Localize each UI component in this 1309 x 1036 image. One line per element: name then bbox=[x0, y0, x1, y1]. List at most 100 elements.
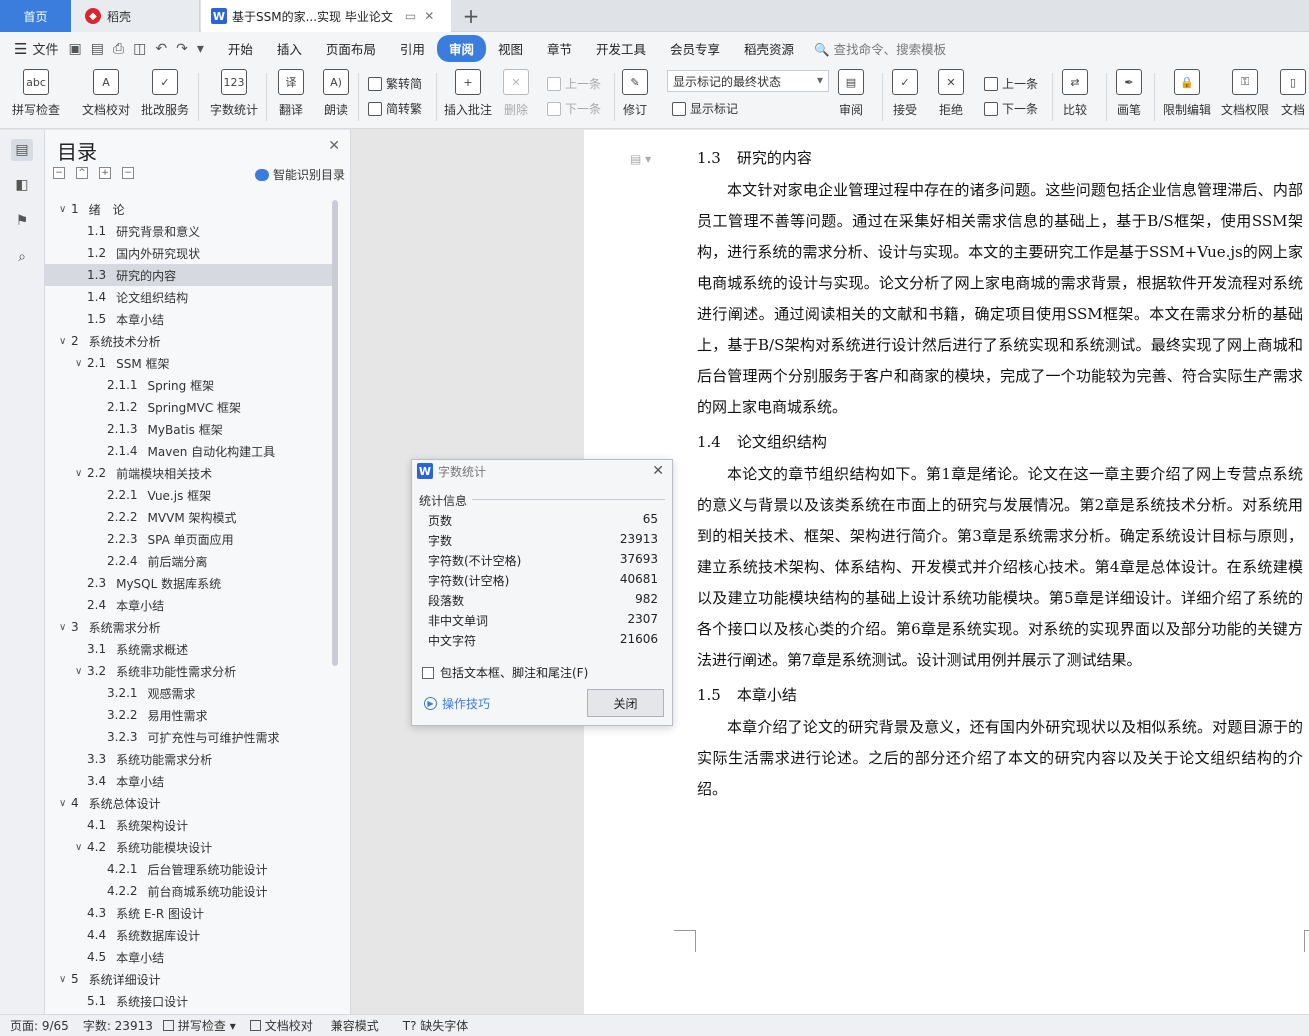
toc-item[interactable]: 2.1.1 Spring 框架 bbox=[45, 374, 335, 396]
toc-item[interactable]: ∨ 1 绪 论 bbox=[45, 198, 335, 220]
doc-proof-button[interactable]: A 文档校对 bbox=[82, 69, 130, 118]
toc-item[interactable]: 1.3 研究的内容 bbox=[45, 264, 335, 286]
paragraph[interactable]: 本章介绍了论文的研究背景及意义，还有国内外研究现状以及相似系统。对题目源于的实际… bbox=[697, 712, 1303, 805]
menu-item[interactable]: 插入 bbox=[265, 35, 314, 62]
prev-change-button[interactable]: 上一条 bbox=[984, 75, 1038, 92]
include-textbox-checkbox[interactable]: 包括文本框、脚注和尾注(F) bbox=[422, 664, 588, 681]
toc-item[interactable]: ∨ 3 系统需求分析 bbox=[45, 616, 335, 638]
menu-item[interactable]: 稻壳资源 bbox=[732, 35, 806, 62]
review-pane-button[interactable]: ▤ 审阅 bbox=[838, 69, 864, 118]
menu-item[interactable]: 审阅 bbox=[436, 35, 486, 62]
menu-item[interactable]: 开始 bbox=[216, 35, 265, 62]
toc-item[interactable]: ∨ 5 系统详细设计 bbox=[45, 968, 335, 990]
toc-item[interactable]: 2.3 MySQL 数据库系统 bbox=[45, 572, 335, 594]
collapse-chevron-icon[interactable]: ∨ bbox=[59, 974, 71, 985]
document-body[interactable]: 1.3 研究的内容 本文针对家电企业管理过程中存在的诸多问题。这些问题包括企业信息管… bbox=[697, 143, 1303, 809]
accept-button[interactable]: ✓ 接受 bbox=[892, 69, 918, 118]
toc-item[interactable]: 1.4 论文组织结构 bbox=[45, 286, 335, 308]
simp-to-trad-button[interactable]: 简转繁 bbox=[368, 100, 422, 117]
toc-item[interactable]: ∨ 4.2 系统功能模块设计 bbox=[45, 836, 335, 858]
toc-item[interactable]: 2.2.4 前后端分离 bbox=[45, 550, 335, 572]
prev-comment-button[interactable]: 上一条 bbox=[547, 75, 601, 92]
markup-state-select[interactable]: 显示标记的最终状态 bbox=[667, 70, 829, 92]
compat-mode-status[interactable]: 兼容模式 bbox=[331, 1017, 379, 1034]
toc-item[interactable]: 2.2.1 Vue.js 框架 bbox=[45, 484, 335, 506]
menu-item[interactable]: 章节 bbox=[535, 35, 584, 62]
tips-link[interactable]: ▶ 操作技巧 bbox=[424, 695, 490, 712]
toc-item[interactable]: ∨ 3.2 系统非功能性需求分析 bbox=[45, 660, 335, 682]
collapse-chevron-icon[interactable]: ∨ bbox=[75, 358, 87, 369]
toc-item[interactable]: 4.5 本章小结 bbox=[45, 946, 335, 968]
new-tab-button[interactable]: + bbox=[458, 0, 484, 32]
toc-item[interactable]: ∨ 2 系统技术分析 bbox=[45, 330, 335, 352]
toc-item[interactable]: 1.2 国内外研究现状 bbox=[45, 242, 335, 264]
toc-item[interactable]: ∨ 2.1 SSM 框架 bbox=[45, 352, 335, 374]
toc-panel-icon[interactable]: ▤ bbox=[11, 139, 33, 161]
customize-icon[interactable]: ▾ bbox=[197, 41, 204, 57]
collapse-chevron-icon[interactable]: ∨ bbox=[59, 204, 71, 215]
pen-button[interactable]: ✒ 画笔 bbox=[1116, 69, 1142, 118]
read-aloud-button[interactable]: A) 朗读 bbox=[323, 69, 349, 118]
revise-button[interactable]: ✎ 修订 bbox=[622, 69, 648, 118]
spell-check-button[interactable]: abc 拼写检查 bbox=[12, 69, 60, 118]
save-icon[interactable]: ▣ bbox=[68, 41, 81, 57]
menu-item[interactable]: 页面布局 bbox=[314, 35, 388, 62]
paragraph[interactable]: 本论文的章节组织结构如下。第1章是绪论。论文在这一章主要介绍了网上专营点系统的意… bbox=[697, 459, 1303, 676]
export-pdf-icon[interactable]: ▤ bbox=[91, 41, 104, 57]
tab-pin-icon[interactable]: ▭ bbox=[405, 9, 416, 23]
toc-item[interactable]: 2.4 本章小结 bbox=[45, 594, 335, 616]
show-markup-button[interactable]: 显示标记 bbox=[672, 100, 738, 117]
annot-service-button[interactable]: ✓ 批改服务 bbox=[141, 69, 189, 118]
close-button[interactable]: 关闭 bbox=[587, 689, 664, 717]
toc-item[interactable]: 3.2.3 可扩充性与可维护性需求 bbox=[45, 726, 335, 748]
tab-document[interactable]: W 基于SSM的家...实现 毕业论文 ▭ ✕ bbox=[201, 0, 451, 32]
toc-close-icon[interactable]: ✕ bbox=[328, 138, 340, 154]
doc-more-button[interactable]: ▯ 文档 bbox=[1280, 69, 1306, 118]
menu-item[interactable]: 视图 bbox=[486, 35, 535, 62]
tab-home[interactable]: 首页 bbox=[0, 0, 71, 32]
print-preview-icon[interactable]: ◫ bbox=[133, 41, 146, 57]
paragraph[interactable]: 本文针对家电企业管理过程中存在的诸多问题。这些问题包括企业信息管理滞后、内部员工… bbox=[697, 175, 1303, 423]
toc-item[interactable]: 3.2.1 观感需求 bbox=[45, 682, 335, 704]
toc-item[interactable]: 5.1 系统接口设计 bbox=[45, 990, 335, 1012]
toc-item[interactable]: 4.1 系统架构设计 bbox=[45, 814, 335, 836]
file-menu[interactable]: ☰ 文件 bbox=[0, 39, 68, 59]
toc-item[interactable]: 2.2.3 SPA 单页面应用 bbox=[45, 528, 335, 550]
word-count-status[interactable]: 字数: 23913 bbox=[83, 1017, 153, 1034]
toc-item[interactable]: 2.1.2 SpringMVC 框架 bbox=[45, 396, 335, 418]
toc-item[interactable]: 1.5 本章小结 bbox=[45, 308, 335, 330]
next-comment-button[interactable]: 下一条 bbox=[547, 100, 601, 117]
remove-heading-icon[interactable]: − bbox=[122, 167, 134, 179]
spell-check-status[interactable]: 拼写检查 ▾ bbox=[162, 1017, 236, 1034]
dialog-close-icon[interactable]: ✕ bbox=[652, 463, 664, 479]
toc-item[interactable]: 4.4 系统数据库设计 bbox=[45, 924, 335, 946]
add-heading-icon[interactable]: + bbox=[99, 167, 111, 179]
toc-item[interactable]: 2.2.2 MVVM 架构模式 bbox=[45, 506, 335, 528]
command-search[interactable]: 🔍 查找命令、搜索模板 bbox=[814, 39, 946, 58]
print-icon[interactable]: ⎙ bbox=[113, 41, 124, 57]
bookmark-icon[interactable]: ⚑ bbox=[11, 210, 33, 232]
toc-item[interactable]: 4.3 系统 E-R 图设计 bbox=[45, 902, 335, 924]
trad-to-simp-button[interactable]: 繁转简 bbox=[368, 75, 422, 92]
tab-daoke[interactable]: ◆ 稻壳 bbox=[71, 0, 200, 32]
restrict-edit-button[interactable]: 🔒 限制编辑 bbox=[1163, 69, 1211, 118]
toc-item[interactable]: 3.3 系统功能需求分析 bbox=[45, 748, 335, 770]
reject-button[interactable]: ✕ 拒绝 bbox=[938, 69, 964, 118]
chapter-panel-icon[interactable]: ◧ bbox=[11, 174, 33, 196]
page-indicator[interactable]: 页面: 9/65 bbox=[10, 1017, 69, 1034]
menu-item[interactable]: 引用 bbox=[388, 35, 437, 62]
undo-icon[interactable]: ↶ bbox=[155, 41, 167, 57]
menu-item[interactable]: 会员专享 bbox=[658, 35, 732, 62]
toc-item[interactable]: ∨ 4 系统总体设计 bbox=[45, 792, 335, 814]
insert-comment-button[interactable]: + 插入批注 bbox=[444, 69, 492, 118]
toc-item[interactable]: 3.1 系统需求概述 bbox=[45, 638, 335, 660]
word-count-button[interactable]: 123 字数统计 bbox=[210, 69, 258, 118]
compare-button[interactable]: ⇄ 比较 bbox=[1062, 69, 1088, 118]
toc-item[interactable]: 4.2.2 前台商城系统功能设计 bbox=[45, 880, 335, 902]
delete-comment-button[interactable]: ✕ 删除 bbox=[503, 69, 529, 118]
page-outline-icon[interactable]: ▤ ▾ bbox=[630, 152, 651, 166]
toc-item[interactable]: 2.1.4 Maven 自动化构建工具 bbox=[45, 440, 335, 462]
collapse-chevron-icon[interactable]: ∨ bbox=[59, 622, 71, 633]
toc-item[interactable]: 4.2.1 后台管理系统功能设计 bbox=[45, 858, 335, 880]
toc-item[interactable]: 3.4 本章小结 bbox=[45, 770, 335, 792]
